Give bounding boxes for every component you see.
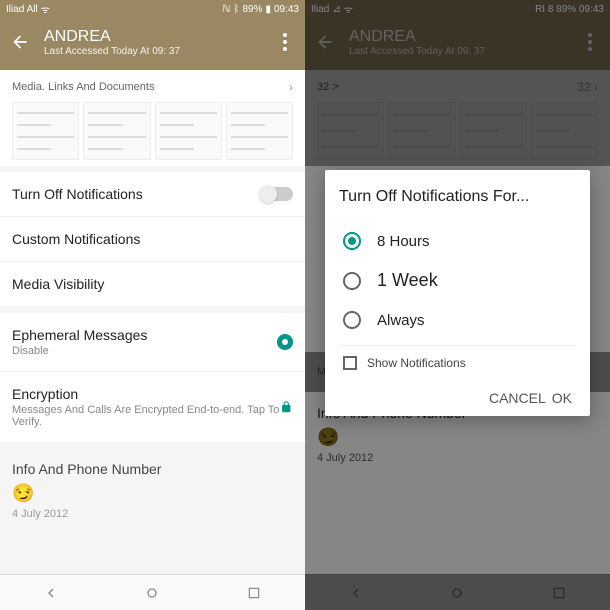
chevron-right-icon: ›: [289, 80, 293, 94]
back-button[interactable]: [8, 30, 32, 54]
checkbox-icon: [343, 356, 357, 370]
nfc-icon: ℕ: [222, 4, 230, 15]
clock-label: 09:43: [274, 4, 299, 15]
nav-bar: [0, 574, 305, 610]
mute-toggle[interactable]: [261, 187, 293, 201]
checkbox-label: Show Notifications: [367, 356, 466, 370]
mute-dialog: Turn Off Notifications For... 8 Hours 1 …: [325, 170, 590, 416]
show-notifications-checkbox[interactable]: Show Notifications: [339, 345, 576, 380]
media-thumbnails[interactable]: [12, 102, 293, 160]
mute-label: Turn Off Notifications: [12, 186, 143, 202]
notification-section: Turn Off Notifications Custom Notificati…: [0, 172, 305, 306]
encryption-desc: Messages And Calls Are Encrypted End-to-…: [12, 404, 280, 428]
media-visibility-row[interactable]: Media Visibility: [0, 262, 305, 306]
timer-icon: [277, 334, 293, 350]
media-section[interactable]: Media. Links And Documents ›: [0, 70, 305, 166]
overflow-menu-button[interactable]: [273, 33, 297, 51]
radio-option-1week[interactable]: 1 Week: [339, 260, 576, 301]
screen-left: Iliad All ᯤ ℕᛒ89% ▮ 09:43 ANDREA Last Ac…: [0, 0, 305, 610]
contact-name: ANDREA: [44, 28, 273, 46]
last-access-label: Last Accessed Today At 09: 37: [44, 46, 273, 57]
bluetooth-icon: ᛒ: [233, 4, 239, 15]
nav-back-button[interactable]: [39, 581, 63, 605]
encryption-row[interactable]: Encryption Messages And Calls Are Encryp…: [0, 372, 305, 442]
radio-label: 8 Hours: [377, 233, 430, 250]
mute-row[interactable]: Turn Off Notifications: [0, 172, 305, 217]
custom-notifications-row[interactable]: Custom Notifications: [0, 217, 305, 262]
custom-notifications-label: Custom Notifications: [12, 231, 140, 247]
info-title: Info And Phone Number: [12, 461, 293, 477]
ephemeral-value: Disable: [12, 345, 147, 357]
cancel-button[interactable]: CANCEL: [489, 390, 546, 406]
wifi-icon: ᯤ: [41, 2, 50, 16]
privacy-section: Ephemeral Messages Disable Encryption Me…: [0, 313, 305, 442]
dialog-title: Turn Off Notifications For...: [339, 188, 576, 206]
radio-label: 1 Week: [377, 270, 438, 291]
radio-option-always[interactable]: Always: [339, 301, 576, 339]
media-visibility-label: Media Visibility: [12, 276, 104, 292]
battery-icon: ▮: [265, 4, 271, 15]
radio-option-8hours[interactable]: 8 Hours: [339, 222, 576, 260]
radio-label: Always: [377, 312, 425, 329]
radio-icon: [343, 232, 361, 250]
nav-home-button[interactable]: [140, 581, 164, 605]
ok-button[interactable]: OK: [552, 390, 572, 406]
lock-icon: [280, 400, 293, 414]
ephemeral-row[interactable]: Ephemeral Messages Disable: [0, 313, 305, 372]
info-date: 4 July 2012: [12, 508, 293, 520]
encryption-label: Encryption: [12, 386, 280, 402]
radio-icon: [343, 311, 361, 329]
nav-recent-button[interactable]: [242, 581, 266, 605]
radio-icon: [343, 272, 361, 290]
status-bar: Iliad All ᯤ ℕᛒ89% ▮ 09:43: [0, 0, 305, 18]
ephemeral-label: Ephemeral Messages: [12, 327, 147, 343]
status-emoji: 😏: [12, 483, 293, 504]
carrier-label: Iliad All: [6, 4, 38, 15]
info-section: Info And Phone Number 😏 4 July 2012: [0, 449, 305, 532]
screen-right: Iliad ⊿ ᯤ RI 8 89% 09:43 ANDREA Last Acc…: [305, 0, 610, 610]
media-label: Media. Links And Documents: [12, 81, 154, 93]
battery-label: 89%: [242, 4, 262, 15]
